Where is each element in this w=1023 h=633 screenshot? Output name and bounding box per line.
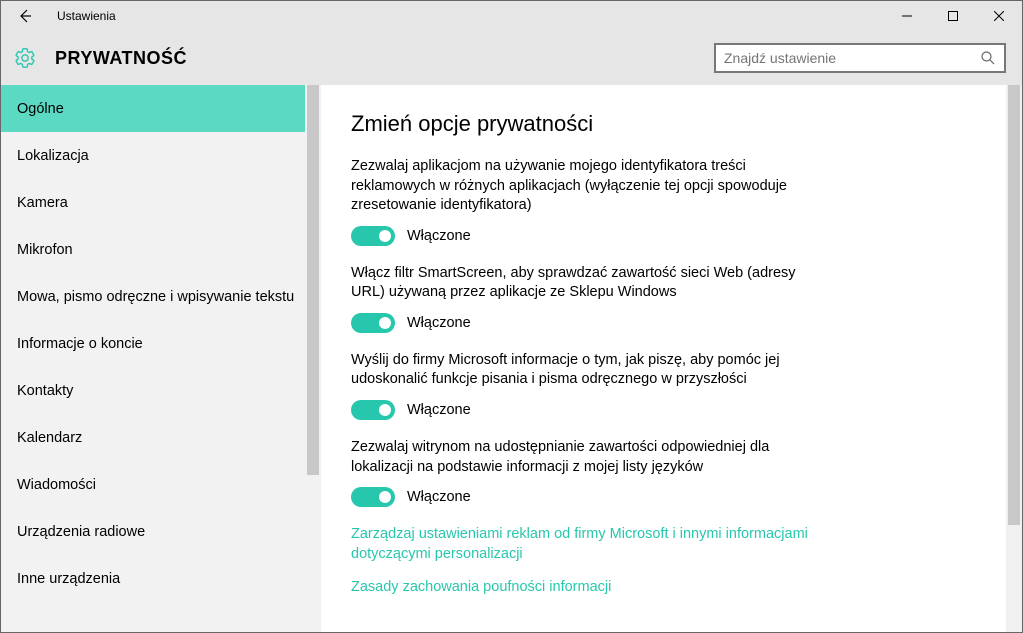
sidebar-item-radios[interactable]: Urządzenia radiowe — [1, 508, 321, 555]
content-scrollbar[interactable] — [1006, 85, 1022, 632]
gear-icon — [13, 46, 37, 70]
body: Ogólne Lokalizacja Kamera Mikrofon Mowa,… — [1, 85, 1022, 632]
toggle-row: Włączone — [351, 226, 811, 246]
toggle-row: Włączone — [351, 313, 811, 333]
link-privacy-statement[interactable]: Zasady zachowania poufności informacji — [351, 578, 811, 598]
link-manage-ads[interactable]: Zarządzaj ustawieniami reklam od firmy M… — [351, 525, 811, 564]
window-controls — [884, 1, 1022, 31]
maximize-button[interactable] — [930, 1, 976, 31]
toggle-knob — [379, 491, 391, 503]
sidebar-item-contacts[interactable]: Kontakty — [1, 367, 321, 414]
window-title: Ustawienia — [57, 9, 116, 23]
titlebar: Ustawienia — [1, 1, 1022, 31]
sidebar-item-calendar[interactable]: Kalendarz — [1, 414, 321, 461]
content-inner: Zmień opcje prywatności Zezwalaj aplikac… — [321, 85, 1022, 632]
toggle-typing-info[interactable] — [351, 400, 395, 420]
setting-smartscreen: Włącz filtr SmartScreen, aby sprawdzać z… — [351, 264, 811, 333]
back-button[interactable] — [1, 1, 49, 31]
toggle-state-label: Włączone — [407, 315, 471, 331]
toggle-smartscreen[interactable] — [351, 313, 395, 333]
search-input[interactable] — [724, 50, 980, 66]
minimize-icon — [902, 11, 912, 21]
header: PRYWATNOŚĆ — [1, 31, 1022, 85]
sidebar-item-general[interactable]: Ogólne — [1, 85, 321, 132]
setting-desc: Zezwalaj witrynom na udostępnianie zawar… — [351, 438, 811, 477]
sidebar-item-label: Kamera — [17, 195, 68, 211]
search-icon — [980, 50, 996, 66]
setting-advertising-id: Zezwalaj aplikacjom na używanie mojego i… — [351, 157, 811, 246]
sidebar-item-other-devices[interactable]: Inne urządzenia — [1, 555, 321, 602]
toggle-row: Włączone — [351, 400, 811, 420]
sidebar-item-messaging[interactable]: Wiadomości — [1, 461, 321, 508]
settings-window: Ustawienia PRYWATNOŚĆ Ogólne Lokalizacja — [0, 0, 1023, 633]
sidebar-item-label: Kontakty — [17, 383, 73, 399]
toggle-row: Włączone — [351, 487, 811, 507]
search-box[interactable] — [714, 43, 1006, 73]
sidebar: Ogólne Lokalizacja Kamera Mikrofon Mowa,… — [1, 85, 321, 632]
setting-typing-info: Wyślij do firmy Microsoft informacje o t… — [351, 351, 811, 420]
sidebar-item-label: Wiadomości — [17, 477, 96, 493]
sidebar-item-camera[interactable]: Kamera — [1, 179, 321, 226]
minimize-button[interactable] — [884, 1, 930, 31]
sidebar-item-speech[interactable]: Mowa, pismo odręczne i wpisywanie tekstu — [1, 273, 321, 320]
setting-desc: Zezwalaj aplikacjom na używanie mojego i… — [351, 157, 811, 216]
close-icon — [994, 11, 1004, 21]
sidebar-item-label: Informacje o koncie — [17, 336, 143, 352]
sidebar-item-account[interactable]: Informacje o koncie — [1, 320, 321, 367]
back-arrow-icon — [17, 8, 33, 24]
toggle-knob — [379, 404, 391, 416]
sidebar-item-label: Ogólne — [17, 101, 64, 117]
close-button[interactable] — [976, 1, 1022, 31]
sidebar-item-label: Lokalizacja — [17, 148, 89, 164]
sidebar-item-label: Inne urządzenia — [17, 571, 120, 587]
content: Zmień opcje prywatności Zezwalaj aplikac… — [321, 85, 1022, 632]
toggle-state-label: Włączone — [407, 402, 471, 418]
page-title: Zmień opcje prywatności — [351, 111, 982, 137]
sidebar-item-label: Kalendarz — [17, 430, 82, 446]
sidebar-item-label: Mowa, pismo odręczne i wpisywanie tekstu — [17, 289, 294, 305]
sidebar-item-location[interactable]: Lokalizacja — [1, 132, 321, 179]
sidebar-item-label: Urządzenia radiowe — [17, 524, 145, 540]
setting-language-list: Zezwalaj witrynom na udostępnianie zawar… — [351, 438, 811, 507]
sidebar-scrollbar[interactable] — [305, 85, 321, 632]
maximize-icon — [948, 11, 958, 21]
toggle-knob — [379, 317, 391, 329]
setting-desc: Włącz filtr SmartScreen, aby sprawdzać z… — [351, 264, 811, 303]
sidebar-item-microphone[interactable]: Mikrofon — [1, 226, 321, 273]
sidebar-item-feedback[interactable]: Opinie i diagnostyka — [1, 602, 321, 616]
toggle-state-label: Włączone — [407, 228, 471, 244]
toggle-advertising-id[interactable] — [351, 226, 395, 246]
content-scrollbar-thumb[interactable] — [1008, 85, 1020, 525]
sidebar-scrollbar-thumb[interactable] — [307, 85, 319, 475]
sidebar-item-label: Mikrofon — [17, 242, 73, 258]
toggle-language-list[interactable] — [351, 487, 395, 507]
setting-desc: Wyślij do firmy Microsoft informacje o t… — [351, 351, 811, 390]
toggle-knob — [379, 230, 391, 242]
header-title: PRYWATNOŚĆ — [55, 48, 187, 69]
toggle-state-label: Włączone — [407, 489, 471, 505]
